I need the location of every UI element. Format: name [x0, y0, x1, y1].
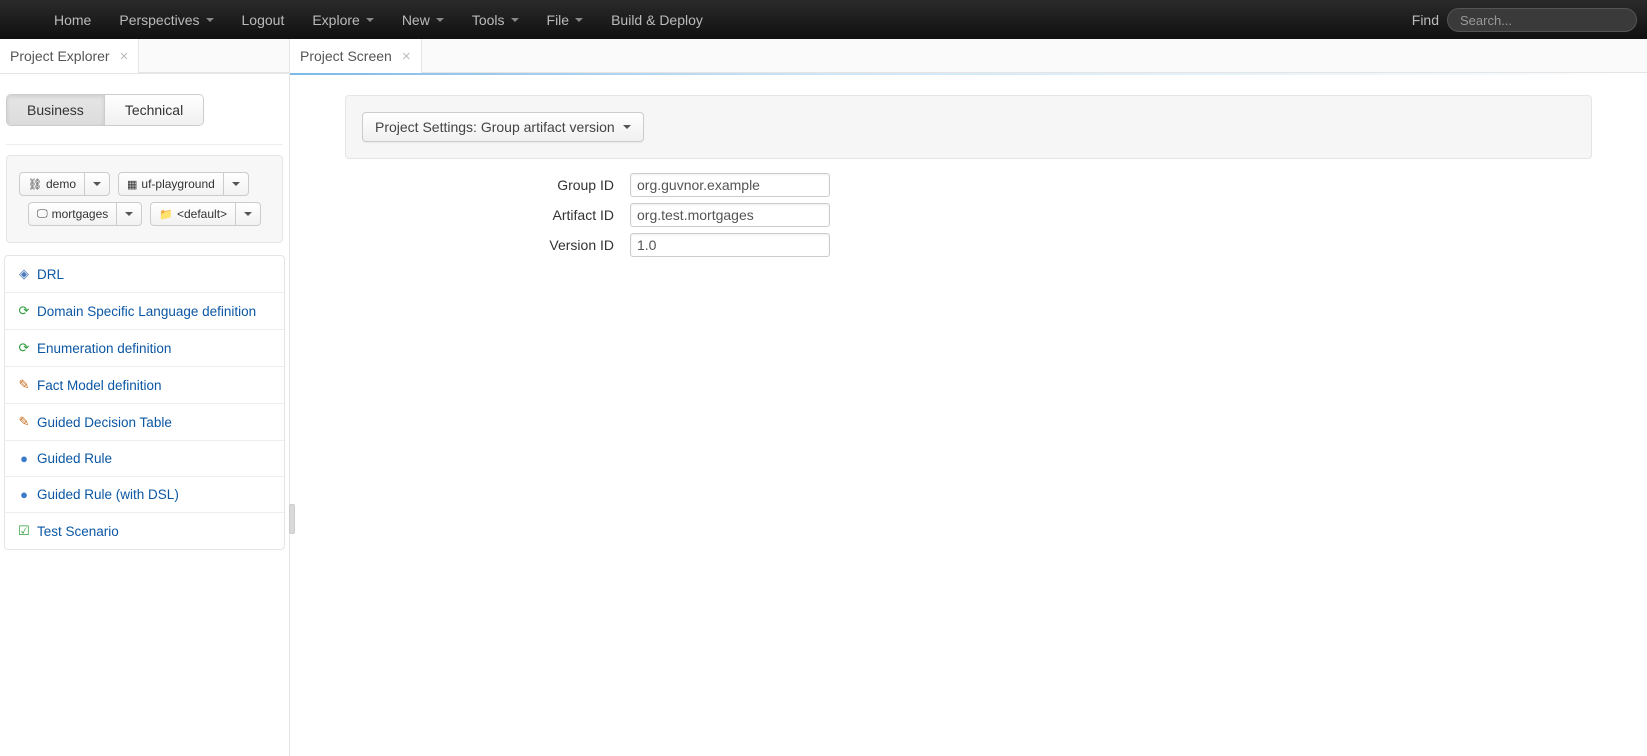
asset-link[interactable]: Guided Rule — [37, 451, 112, 466]
asset-item-guided-rule-dsl[interactable]: ● Guided Rule (with DSL) — [5, 476, 284, 512]
dropdown-label: Project Settings: Group artifact version — [375, 119, 615, 135]
nav-label: Logout — [242, 12, 285, 28]
asset-link[interactable]: Test Scenario — [37, 524, 119, 539]
version-id-label: Version ID — [490, 237, 630, 253]
nav-new[interactable]: New — [388, 0, 458, 39]
version-id-input[interactable] — [630, 233, 830, 257]
group-id-label: Group ID — [490, 177, 630, 193]
tab-title: Project Explorer — [10, 48, 110, 64]
nav-build-deploy[interactable]: Build & Deploy — [597, 0, 717, 39]
nav-label: File — [547, 12, 570, 28]
reload-icon: ⟳ — [17, 303, 31, 319]
form-row-version: Version ID — [490, 233, 1647, 257]
gav-form: Group ID Artifact ID Version ID — [490, 173, 1647, 257]
caret-down-icon — [206, 18, 214, 22]
asset-item-guided-decision-table[interactable]: ✎ Guided Decision Table — [5, 403, 284, 440]
search-wrap[interactable] — [1447, 8, 1637, 32]
caret-down-icon — [436, 18, 444, 22]
tabbar-rest — [422, 39, 1647, 73]
project-settings-dropdown[interactable]: Project Settings: Group artifact version — [362, 112, 644, 142]
active-tab-indicator — [290, 73, 1647, 75]
view-toggle: Business Technical — [6, 94, 204, 126]
asset-item-fact-model[interactable]: ✎ Fact Model definition — [5, 366, 284, 403]
right-column: Project Screen × Project Settings: Group… — [290, 39, 1647, 756]
asset-item-drl[interactable]: ◈ DRL — [5, 256, 284, 292]
nav-label: Perspectives — [119, 12, 199, 28]
close-icon[interactable]: × — [402, 49, 411, 64]
group-id-input[interactable] — [630, 173, 830, 197]
asset-item-test-scenario[interactable]: ☑ Test Scenario — [5, 512, 284, 549]
caret-down-icon — [125, 212, 133, 216]
left-tabbar: Project Explorer × — [0, 39, 289, 74]
search-input[interactable] — [1460, 13, 1624, 28]
caret-down-icon — [575, 18, 583, 22]
top-navbar: Home Perspectives Logout Explore New Too… — [0, 0, 1647, 39]
context-selector-panel: ⛓ demo ▦ uf-playground 🖵 mortgages 📁 <defaul… — [6, 155, 283, 243]
tab-project-screen[interactable]: Project Screen × — [290, 39, 422, 73]
dot-icon: ● — [17, 451, 31, 466]
asset-list: ◈ DRL ⟳ Domain Specific Language definit… — [4, 255, 285, 550]
asset-item-enum[interactable]: ⟳ Enumeration definition — [5, 329, 284, 366]
asset-item-guided-rule[interactable]: ● Guided Rule — [5, 440, 284, 476]
caret-down-icon — [511, 18, 519, 22]
tab-project-explorer[interactable]: Project Explorer × — [0, 39, 139, 73]
close-icon[interactable]: × — [120, 49, 129, 64]
folder-icon: 📁 — [159, 208, 173, 221]
nav-explore[interactable]: Explore — [298, 0, 387, 39]
package-label: <default> — [177, 207, 227, 221]
asset-link[interactable]: DRL — [37, 267, 64, 282]
nav-logout[interactable]: Logout — [228, 0, 299, 39]
dot-icon: ● — [17, 487, 31, 502]
asset-link[interactable]: Guided Decision Table — [37, 415, 172, 430]
nav-label: Build & Deploy — [611, 12, 703, 28]
form-row-group: Group ID — [490, 173, 1647, 197]
asset-link[interactable]: Enumeration definition — [37, 341, 171, 356]
diamond-icon: ◈ — [17, 266, 31, 282]
project-icon: 🖵 — [37, 208, 48, 221]
check-form-icon: ☑ — [17, 523, 31, 539]
tabbar-rest — [139, 39, 289, 73]
nav-items: Home Perspectives Logout Explore New Too… — [40, 0, 717, 39]
pencil-icon: ✎ — [17, 377, 31, 393]
pencil-icon: ✎ — [17, 414, 31, 430]
nav-tools[interactable]: Tools — [458, 0, 533, 39]
project-selector[interactable]: 🖵 mortgages — [28, 202, 142, 226]
nav-label: Explore — [312, 12, 359, 28]
caret-down-icon — [623, 125, 631, 129]
asset-link[interactable]: Domain Specific Language definition — [37, 304, 256, 319]
artifact-id-label: Artifact ID — [490, 207, 630, 223]
asset-link[interactable]: Guided Rule (with DSL) — [37, 487, 179, 502]
caret-down-icon — [232, 182, 240, 186]
left-column: Project Explorer × Business Technical ⛓ d… — [0, 39, 290, 756]
caret-down-icon — [244, 212, 252, 216]
find-label: Find — [1412, 12, 1439, 28]
divider — [6, 144, 283, 145]
toggle-technical[interactable]: Technical — [104, 95, 203, 125]
nav-label: Home — [54, 12, 91, 28]
asset-link[interactable]: Fact Model definition — [37, 378, 162, 393]
nav-home[interactable]: Home — [40, 0, 105, 39]
org-icon: ⛓ — [28, 178, 42, 191]
form-row-artifact: Artifact ID — [490, 203, 1647, 227]
caret-down-icon — [366, 18, 374, 22]
artifact-id-input[interactable] — [630, 203, 830, 227]
nav-perspectives[interactable]: Perspectives — [105, 0, 227, 39]
caret-down-icon — [93, 182, 101, 186]
reload-icon: ⟳ — [17, 340, 31, 356]
toggle-business[interactable]: Business — [7, 95, 104, 125]
nav-label: New — [402, 12, 430, 28]
repo-label: uf-playground — [141, 177, 214, 191]
nav-label: Tools — [472, 12, 505, 28]
project-label: mortgages — [52, 207, 109, 221]
repo-icon: ▦ — [127, 178, 137, 191]
tab-title: Project Screen — [300, 48, 392, 64]
project-settings-panel: Project Settings: Group artifact version — [345, 95, 1592, 159]
nav-file[interactable]: File — [533, 0, 598, 39]
package-selector[interactable]: 📁 <default> — [150, 202, 261, 226]
asset-item-dsl[interactable]: ⟳ Domain Specific Language definition — [5, 292, 284, 329]
repo-selector[interactable]: ▦ uf-playground — [118, 172, 249, 196]
right-tabbar: Project Screen × — [290, 39, 1647, 74]
org-selector[interactable]: ⛓ demo — [19, 172, 110, 196]
org-label: demo — [46, 177, 76, 191]
